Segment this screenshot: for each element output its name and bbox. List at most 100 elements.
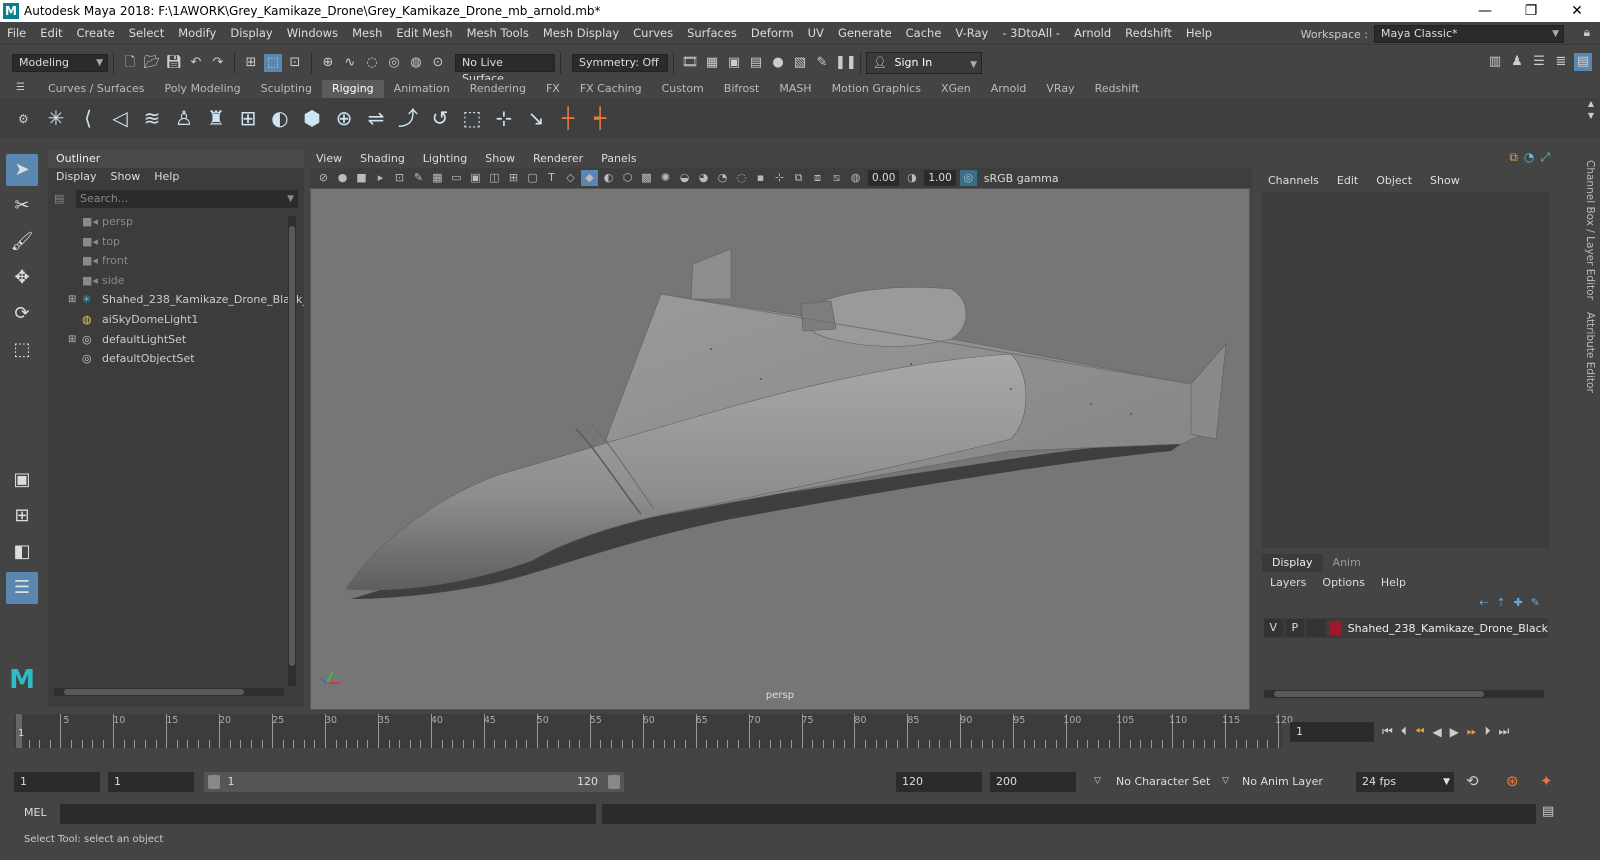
create-joints-icon[interactable]: ✳ <box>43 103 69 133</box>
save-scene-icon[interactable]: 💾︎ <box>165 54 183 72</box>
minimize-button[interactable]: — <box>1462 0 1508 22</box>
close-button[interactable]: ✕ <box>1554 0 1600 22</box>
viewport-menu-view[interactable]: View <box>316 150 342 168</box>
range-handle-left[interactable] <box>208 775 220 789</box>
channel-box-side-tab[interactable]: Channel Box / Layer Editor <box>1584 160 1596 300</box>
locator-icon[interactable]: ┼ <box>555 103 581 133</box>
menu-uv[interactable]: UV <box>801 22 831 44</box>
color-management-icon[interactable]: ◎ <box>959 170 977 186</box>
open-scene-icon[interactable]: 📂︎ <box>143 54 161 72</box>
exposure-icon[interactable]: ◍ <box>847 170 864 186</box>
shelf-menu-icon[interactable]: ☰ <box>16 82 25 93</box>
viewport-menu-renderer[interactable]: Renderer <box>533 150 583 168</box>
layer-menu-options[interactable]: Options <box>1322 574 1364 594</box>
shelf-settings-icon[interactable]: ⚙ <box>18 112 29 126</box>
menu-modify[interactable]: Modify <box>171 22 223 44</box>
live-surface-field[interactable]: No Live Surface <box>455 53 555 85</box>
xray-joints-icon[interactable]: ⧅ <box>828 170 845 186</box>
paint-weights-icon[interactable]: ⊞ <box>235 103 261 133</box>
play-forwards-icon[interactable]: ▶ <box>1450 725 1459 739</box>
playback-end-field[interactable]: 120 <box>896 772 982 792</box>
light-editor-icon[interactable]: ✎ <box>813 54 831 72</box>
depth-of-field-icon[interactable]: ▪ <box>752 170 769 186</box>
new-scene-icon[interactable]: 🗋︎ <box>121 54 139 72</box>
parent-constraint-icon[interactable]: ⊹ <box>491 103 517 133</box>
shelf-tab-bifrost[interactable]: Bifrost <box>714 80 770 98</box>
channel-box-menu-channels[interactable]: Channels <box>1268 170 1319 192</box>
channel-box-menu-edit[interactable]: Edit <box>1337 170 1358 192</box>
snap-point-icon[interactable]: ◌ <box>363 54 381 72</box>
menu-set-dropdown[interactable]: Modeling ▼ <box>12 53 108 72</box>
viewport-menu-lighting[interactable]: Lighting <box>423 150 467 168</box>
outliner-item[interactable]: ■◂ front <box>48 251 304 271</box>
lasso-tool-icon[interactable]: ✂ <box>6 190 38 222</box>
viewport-menu-panels[interactable]: Panels <box>601 150 636 168</box>
attribute-editor-toggle-icon[interactable]: ☰ <box>1530 53 1548 71</box>
shelf-tab-rendering[interactable]: Rendering <box>460 80 536 98</box>
layer-display-type-toggle[interactable] <box>1307 619 1326 637</box>
shelf-tab-motion-graphics[interactable]: Motion Graphics <box>822 80 931 98</box>
default-material-icon[interactable]: ◐ <box>600 170 617 186</box>
anim-layer-dropdown[interactable]: No Anim Layer <box>1236 772 1340 792</box>
menu-file[interactable]: File <box>0 22 33 44</box>
outliner-search-input[interactable]: Search... ▼ <box>76 190 298 208</box>
sign-in-button[interactable]: 👤︎ Sign In ▼ <box>866 51 982 74</box>
ik-handle-icon[interactable]: ⟨ <box>75 103 101 133</box>
outliner-layout-icon[interactable]: ☰ <box>6 572 38 604</box>
animation-start-field[interactable]: 1 <box>14 772 100 792</box>
character-controls-icon[interactable]: ♟ <box>1508 53 1526 71</box>
outliner-item[interactable]: ◍ aiSkyDomeLight1 <box>48 310 304 330</box>
animation-end-field[interactable]: 200 <box>990 772 1076 792</box>
select-tool-icon[interactable]: ➤ <box>6 154 38 186</box>
menu-mesh-display[interactable]: Mesh Display <box>536 22 626 44</box>
layer-tab-display[interactable]: Display <box>1262 554 1323 572</box>
orient-constraint-icon[interactable]: ↺ <box>427 103 453 133</box>
playback-start-field[interactable]: 1 <box>108 772 194 792</box>
menu-redshift[interactable]: Redshift <box>1118 22 1179 44</box>
scale-constraint-icon[interactable]: ⬚ <box>459 103 485 133</box>
ipr-render-icon[interactable]: ▣ <box>725 54 743 72</box>
select-component-icon[interactable]: ⊡ <box>286 54 304 72</box>
outliner-menu-show[interactable]: Show <box>111 168 141 186</box>
menu-cache[interactable]: Cache <box>899 22 949 44</box>
scale-tool-icon[interactable]: ⬚ <box>6 334 38 366</box>
textured-icon[interactable]: ▩ <box>638 170 655 186</box>
tool-settings-icon[interactable]: ≣ <box>1552 53 1570 71</box>
shelf-tab-fx[interactable]: FX <box>536 80 570 98</box>
snap-surface-icon[interactable]: ◍ <box>407 54 425 72</box>
menu-windows[interactable]: Windows <box>280 22 345 44</box>
render-view-icon[interactable]: 🎞︎ <box>681 54 699 72</box>
menu-arnold[interactable]: Arnold <box>1067 22 1118 44</box>
restore-button[interactable]: ❐ <box>1508 0 1554 22</box>
lattice-icon[interactable]: ⬢ <box>299 103 325 133</box>
menu-edit[interactable]: Edit <box>33 22 69 44</box>
hypershade-icon[interactable]: ● <box>769 54 787 72</box>
symmetry-dropdown[interactable]: Symmetry: Off <box>572 53 668 72</box>
layer-hscrollbar[interactable] <box>1264 690 1544 698</box>
layer-color-swatch[interactable] <box>1328 621 1342 635</box>
four-view-layout-icon[interactable]: ⊞ <box>6 500 38 532</box>
shelf-scroll-up-icon[interactable]: ▲ <box>1588 98 1594 110</box>
skin-bind-icon[interactable]: ≋ <box>139 103 165 133</box>
menu-create[interactable]: Create <box>70 22 122 44</box>
expand-icon[interactable]: ⊞ <box>68 290 76 310</box>
snap-grid-icon[interactable]: ⊕ <box>319 54 337 72</box>
rotate-tool-icon[interactable]: ⟳ <box>6 298 38 330</box>
outliner-vscrollbar[interactable] <box>288 216 296 686</box>
auto-key-icon[interactable]: ⊛ <box>1506 772 1519 790</box>
ambient-occlusion-icon[interactable]: ◕ <box>695 170 712 186</box>
menu-help[interactable]: Help <box>1179 22 1219 44</box>
layer-menu-help[interactable]: Help <box>1381 574 1406 594</box>
shelf-tab-vray[interactable]: VRay <box>1036 80 1084 98</box>
wireframe-on-shaded-icon[interactable]: ⬡ <box>619 170 636 186</box>
viewport-menu-shading[interactable]: Shading <box>360 150 405 168</box>
menu-3dtoall[interactable]: - 3DtoAll - <box>995 22 1067 44</box>
layer-row[interactable]: V P Shahed_238_Kamikaze_Drone_Black <box>1264 618 1548 638</box>
range-slider-bar[interactable]: 1 120 <box>204 772 624 792</box>
channel-box-menu-show[interactable]: Show <box>1430 170 1460 192</box>
quick-rig-icon[interactable]: ♙ <box>171 103 197 133</box>
menu-display[interactable]: Display <box>223 22 279 44</box>
undo-icon[interactable]: ↶ <box>187 54 205 72</box>
single-perspective-layout-icon[interactable]: ▣ <box>6 464 38 496</box>
xray-active-icon[interactable]: ⧈ <box>809 170 826 186</box>
